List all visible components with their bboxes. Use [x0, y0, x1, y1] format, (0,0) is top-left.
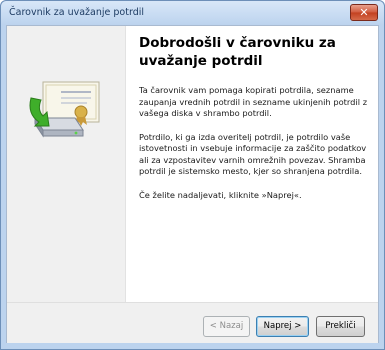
wizard-window: Čarovnik za uvažanje potrdil ✕ Dobrodošl…: [0, 0, 385, 350]
close-button[interactable]: ✕: [350, 4, 378, 21]
next-button[interactable]: Naprej >: [256, 316, 309, 337]
welcome-heading: Dobrodošli v čarovniku za uvažanje potrd…: [139, 35, 336, 69]
back-button[interactable]: < Nazaj: [203, 316, 250, 337]
continue-instruction: Če želite nadaljevati, kliknite »Naprej«…: [139, 189, 302, 200]
wizard-side-panel: [7, 26, 126, 302]
close-icon: ✕: [359, 6, 369, 19]
welcome-content: Dobrodošli v čarovniku za uvažanje potrd…: [139, 34, 371, 213]
title-bar[interactable]: Čarovnik za uvažanje potrdil ✕: [1, 1, 384, 25]
window-title: Čarovnik za uvažanje potrdil: [9, 7, 145, 18]
certificate-info-paragraph: Potrdilo, ki ga izda overitelj potrdil, …: [139, 131, 367, 177]
cancel-button[interactable]: Prekliči: [316, 316, 365, 337]
wizard-client-area: Dobrodošli v čarovniku za uvažanje potrd…: [6, 25, 379, 343]
intro-paragraph: Ta čarovnik vam pomaga kopirati potrdila…: [139, 85, 368, 118]
wizard-button-bar: < Nazaj Naprej > Prekliči: [7, 302, 378, 343]
certificate-import-icon: [29, 81, 100, 138]
